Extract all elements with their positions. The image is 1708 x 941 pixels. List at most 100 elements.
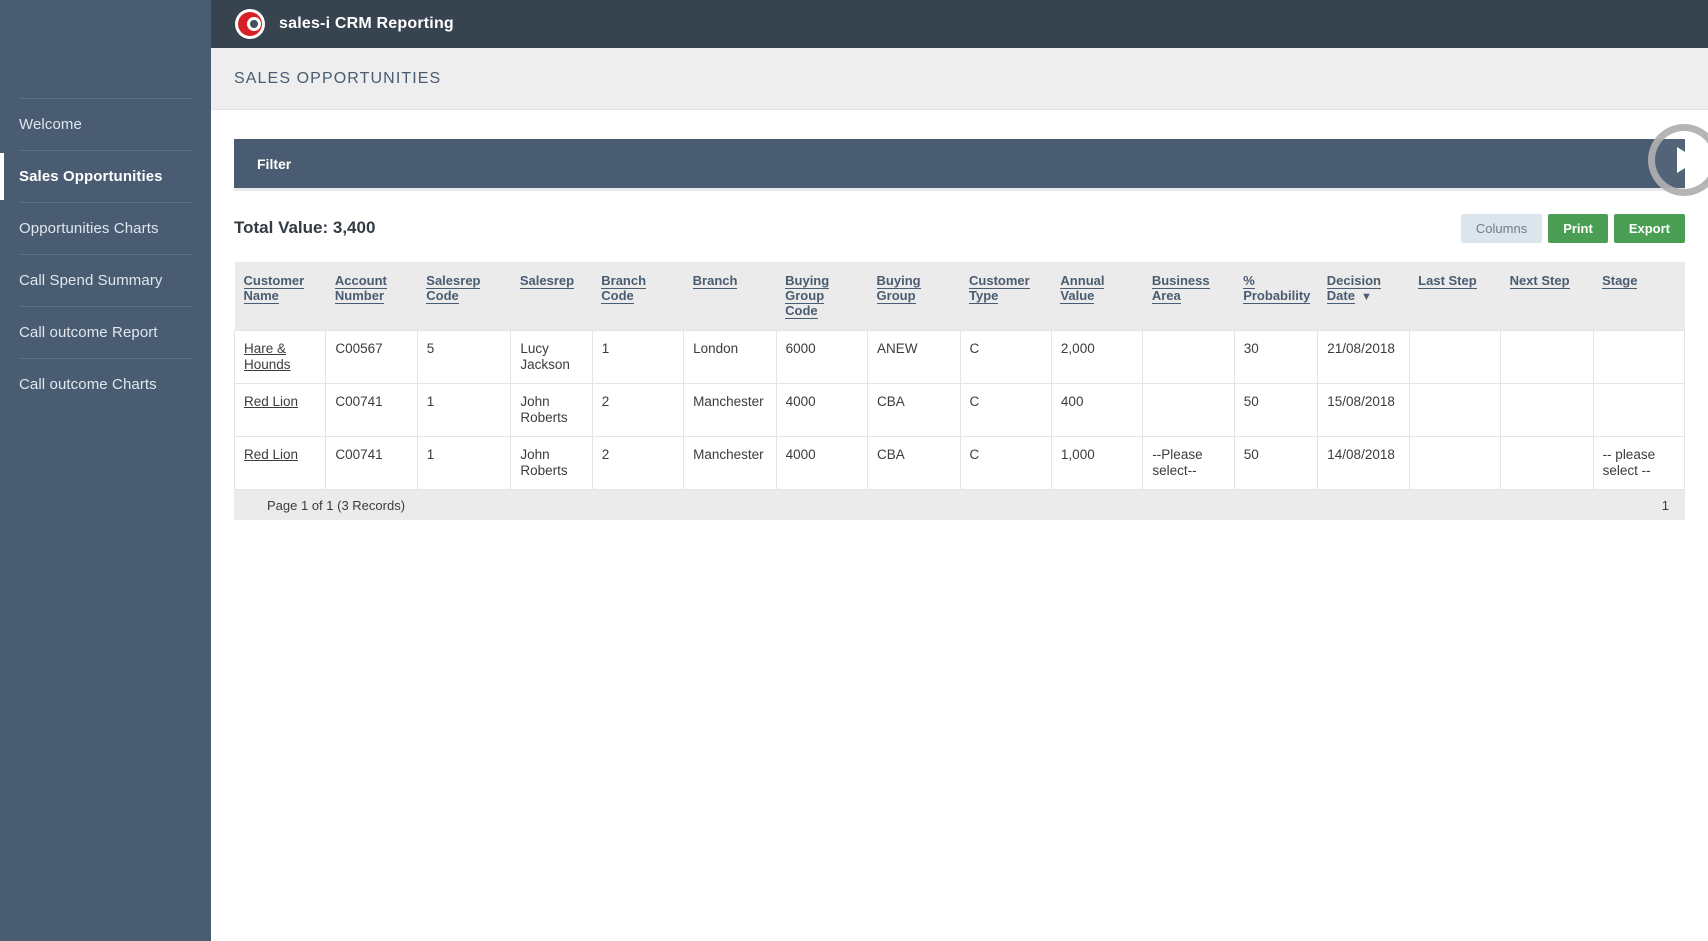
cell-buying-group: CBA: [867, 383, 961, 437]
sidebar-item-call-spend-summary[interactable]: Call Spend Summary: [19, 254, 192, 306]
logo-pupil: [250, 20, 258, 28]
page-header: SALES OPPORTUNITIES: [211, 48, 1708, 110]
cell-salesrep-code: 5: [416, 330, 512, 384]
column-header-stage[interactable]: Stage: [1593, 262, 1685, 331]
column-header-customer-type[interactable]: Customer Type: [960, 262, 1052, 331]
cell-decision-date: 14/08/2018: [1317, 436, 1410, 490]
cell-stage: [1592, 383, 1686, 437]
column-header-branch[interactable]: Branch: [683, 262, 777, 331]
cell-last-step: [1408, 436, 1502, 490]
cell-branch-code: 2: [591, 383, 685, 437]
sidebar-item-call-outcome-charts[interactable]: Call outcome Charts: [19, 358, 192, 410]
column-header-label: Customer Type: [969, 273, 1030, 304]
table-header-row: Customer Name Account Number Salesrep Code…: [234, 262, 1685, 331]
sidebar-item-sales-opportunities[interactable]: Sales Opportunities: [0, 150, 192, 202]
table-body: Hare & Hounds C00567 5 Lucy Jackson 1 London 6…: [233, 330, 1686, 490]
column-header-salesrep[interactable]: Salesrep: [510, 262, 593, 331]
cell-salesrep: Lucy Jackson: [510, 330, 593, 384]
cell-stage: -- please select --: [1592, 436, 1686, 490]
cell-annual-value: 2,000: [1050, 330, 1144, 384]
sort-descending-icon[interactable]: ▼: [1361, 291, 1372, 303]
columns-button[interactable]: Columns: [1460, 213, 1543, 243]
sidebar-item-welcome[interactable]: Welcome: [19, 98, 192, 150]
customer-name-link[interactable]: Red Lion: [244, 447, 298, 462]
sales-i-logo-icon: [235, 9, 265, 39]
column-header-label: Branch: [692, 273, 738, 289]
cell-branch: Manchester: [683, 383, 777, 437]
cell-salesrep: John Roberts: [510, 436, 593, 490]
cell-account-number: C00741: [325, 436, 418, 490]
cell-buying-group: CBA: [867, 436, 961, 490]
opportunities-table-wrap: Customer Name Account Number Salesrep Code…: [233, 262, 1686, 520]
cell-branch: Manchester: [683, 436, 777, 490]
column-header-customer-name[interactable]: Customer Name: [234, 262, 326, 331]
pagination-page-1[interactable]: 1: [1662, 498, 1669, 513]
cell-branch-code: 2: [591, 436, 685, 490]
column-header--probability[interactable]: % Probability: [1234, 262, 1318, 331]
customer-name-link[interactable]: Hare & Hounds: [244, 341, 291, 372]
sidebar-item-opportunities-charts[interactable]: Opportunities Charts: [19, 202, 192, 254]
cell-salesrep-code: 1: [416, 383, 512, 437]
cell-business-area: --Please select--: [1142, 436, 1235, 490]
opportunities-table: Customer Name Account Number Salesrep Code…: [233, 262, 1686, 490]
sidebar-item-label: Call Spend Summary: [19, 272, 163, 289]
cell-account-number: C00741: [325, 383, 418, 437]
column-header-label: Account Number: [334, 273, 387, 304]
column-header-label: Salesrep Code: [426, 273, 481, 304]
sidebar-item-label: Call outcome Report: [19, 324, 158, 341]
column-header-salesrep-code[interactable]: Salesrep Code: [417, 262, 511, 331]
column-header-next-step[interactable]: Next Step: [1500, 262, 1594, 331]
column-header-label: Branch Code: [601, 273, 647, 304]
cell-business-area: [1142, 330, 1235, 384]
customer-name-link[interactable]: Red Lion: [244, 394, 298, 409]
app-title: sales-i CRM Reporting: [279, 15, 454, 32]
cell-annual-value: 400: [1050, 383, 1144, 437]
column-header-last-step[interactable]: Last Step: [1409, 262, 1501, 331]
column-header-branch-code[interactable]: Branch Code: [592, 262, 684, 331]
column-header-label: Stage: [1602, 273, 1638, 289]
filter-label: Filter: [257, 155, 292, 172]
summary-toolbar-row: Total Value: 3,400 Columns Print Export: [234, 211, 1685, 245]
cell-buying-group-code: 6000: [775, 330, 869, 384]
sidebar-item-label: Sales Opportunities: [19, 168, 163, 185]
column-header-buying-group-code[interactable]: Buying Group Code: [776, 262, 868, 331]
column-header-label: Annual Value: [1060, 273, 1105, 304]
cell-customer-name[interactable]: Red Lion: [233, 436, 327, 490]
cell-next-step: [1500, 330, 1594, 384]
sidebar-item-label: Opportunities Charts: [19, 220, 159, 237]
app-header: sales-i CRM Reporting: [211, 0, 1708, 48]
column-header-account-number[interactable]: Account Number: [325, 262, 418, 331]
column-header-label: Last Step: [1418, 273, 1477, 289]
table-footer: Page 1 of 1 (3 Records) 1: [234, 490, 1685, 520]
cell-customer-name[interactable]: Hare & Hounds: [233, 330, 327, 384]
cell-probability: 50: [1233, 436, 1319, 490]
column-header-label: Decision Date: [1326, 273, 1381, 304]
column-header-decision-date[interactable]: Decision Date ▼: [1317, 262, 1410, 331]
table-row: Red Lion C00741 1 John Roberts 2 Manchester 40…: [233, 383, 1686, 437]
cell-stage: [1592, 330, 1686, 384]
column-header-label: Salesrep: [519, 273, 575, 289]
table-row: Red Lion C00741 1 John Roberts 2 Manchester 40…: [233, 436, 1686, 490]
play-triangle: [1677, 147, 1698, 173]
records-label: Page 1 of 1 (3 Records): [267, 497, 406, 513]
cell-buying-group: ANEW: [867, 330, 961, 384]
column-header-buying-group[interactable]: Buying Group: [867, 262, 961, 331]
cell-branch: London: [683, 330, 777, 384]
cell-customer-type: C: [959, 383, 1052, 437]
cell-last-step: [1408, 383, 1502, 437]
filter-bar[interactable]: Filter: [234, 139, 1685, 191]
column-header-label: Business Area: [1151, 273, 1210, 304]
toolbar-actions: Columns Print Export: [1460, 213, 1685, 243]
table-row: Hare & Hounds C00567 5 Lucy Jackson 1 London 6…: [233, 330, 1686, 384]
cell-next-step: [1500, 436, 1594, 490]
column-header-label: Buying Group Code: [785, 273, 830, 319]
column-header-annual-value[interactable]: Annual Value: [1051, 262, 1143, 331]
cell-salesrep: John Roberts: [510, 383, 593, 437]
cell-customer-name[interactable]: Red Lion: [233, 383, 327, 437]
sidebar-item-label: Welcome: [19, 116, 82, 133]
column-header-business-area[interactable]: Business Area: [1142, 262, 1235, 331]
sidebar-item-call-outcome-report[interactable]: Call outcome Report: [19, 306, 192, 358]
export-button[interactable]: Export: [1613, 213, 1685, 243]
sidebar-nav: Welcome Sales Opportunities Opportunities …: [0, 98, 211, 410]
print-button[interactable]: Print: [1548, 213, 1608, 243]
